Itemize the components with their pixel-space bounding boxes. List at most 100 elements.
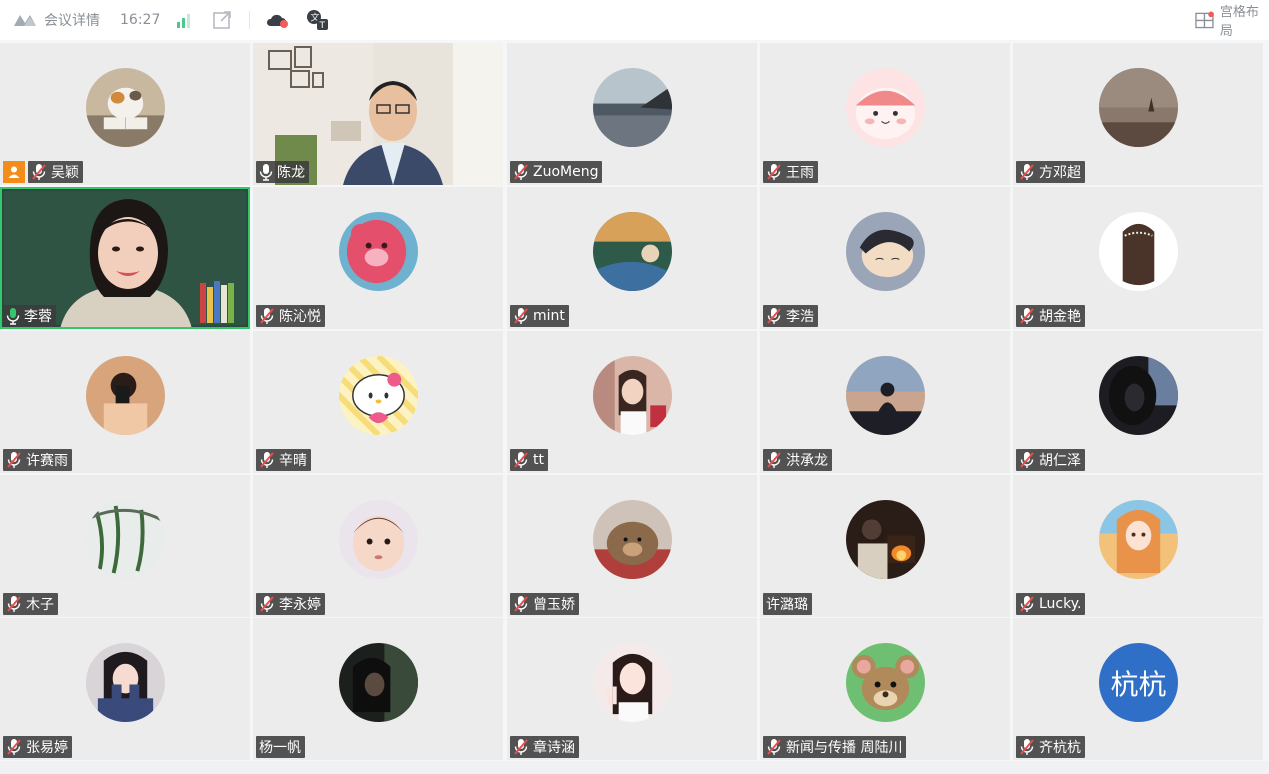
participant-name-label: 齐杭杭 <box>1016 736 1085 758</box>
participant-name: 王雨 <box>786 165 814 181</box>
participant-name-label: 吴颖 <box>28 161 83 183</box>
participant-name-label: Lucky. <box>1016 593 1086 615</box>
participant-name-label: 许赛雨 <box>3 449 72 471</box>
layout-button[interactable]: 宫格布局 <box>1195 0 1269 40</box>
bottom-strip <box>0 761 1269 774</box>
avatar <box>339 212 418 291</box>
translate-icon[interactable]: 文 T <box>306 0 330 40</box>
participant-tile[interactable]: 李蓉 <box>0 187 250 329</box>
mic-muted-icon <box>259 595 275 613</box>
participant-tile[interactable]: 许赛雨 <box>0 331 250 473</box>
participant-tile[interactable]: 胡仁泽 <box>1013 331 1263 473</box>
participant-name-label: 陈龙 <box>256 161 309 183</box>
participant-name-label: 木子 <box>3 593 58 615</box>
avatar: 杭杭 <box>1099 643 1178 722</box>
avatar <box>1099 356 1178 435</box>
mic-muted-icon <box>1019 307 1035 325</box>
participant-name: 胡金艳 <box>1039 309 1081 325</box>
participant-tile[interactable]: 陈龙 <box>253 43 503 185</box>
participant-tile[interactable]: 章诗涵 <box>507 618 757 760</box>
mic-muted-icon <box>1019 738 1035 756</box>
participant-tile[interactable]: 吴颖 <box>0 43 250 185</box>
participant-name: 胡仁泽 <box>1039 453 1081 469</box>
participant-tile[interactable]: 新闻与传播 周陆川 <box>760 618 1010 760</box>
participant-name-label: 胡金艳 <box>1016 305 1085 327</box>
participant-tile[interactable]: 李永婷 <box>253 475 503 617</box>
grid-layout-icon <box>1195 11 1214 29</box>
avatar <box>86 356 165 435</box>
mic-active-icon <box>6 307 20 325</box>
participant-name-label: ZuoMeng <box>510 161 603 183</box>
avatar <box>593 356 672 435</box>
participant-tile[interactable]: 杨一帆 <box>253 618 503 760</box>
avatar <box>846 212 925 291</box>
avatar <box>1099 212 1178 291</box>
participant-name: 李浩 <box>786 309 814 325</box>
mic-muted-icon <box>513 595 529 613</box>
participant-name-label: 陈沁悦 <box>256 305 325 327</box>
participant-name: 李蓉 <box>24 309 52 325</box>
participant-tile[interactable]: Lucky. <box>1013 475 1263 617</box>
participant-tile[interactable]: 辛晴 <box>253 331 503 473</box>
participant-name: 许潞璐 <box>766 597 808 613</box>
participant-name: mint <box>533 308 565 324</box>
participant-tile[interactable]: 陈沁悦 <box>253 187 503 329</box>
participant-name-label: 章诗涵 <box>510 736 579 758</box>
mic-muted-icon <box>513 738 529 756</box>
participant-tile[interactable]: 王雨 <box>760 43 1010 185</box>
participant-name-label: 张易婷 <box>3 736 72 758</box>
divider <box>249 11 250 29</box>
participant-name: 章诗涵 <box>533 740 575 756</box>
svg-text:T: T <box>319 21 326 31</box>
participant-tile[interactable]: 杭杭齐杭杭 <box>1013 618 1263 760</box>
avatar <box>593 500 672 579</box>
mic-muted-icon <box>6 738 22 756</box>
participant-name: 张易婷 <box>26 740 68 756</box>
participant-name-label: 洪承龙 <box>763 449 832 471</box>
participant-name: 吴颖 <box>51 165 79 181</box>
participant-tile[interactable]: 李浩 <box>760 187 1010 329</box>
participant-grid: 吴颖 陈龙 ZuoMeng 王雨 方邓超李蓉 陈沁悦 mint 李浩 胡金艳许赛雨 辛晴 tt 洪承龙… <box>0 43 1266 761</box>
signal-icon[interactable] <box>176 0 192 40</box>
participant-tile[interactable]: 曾玉娇 <box>507 475 757 617</box>
mic-muted-icon <box>766 738 782 756</box>
mic-muted-icon <box>31 163 47 181</box>
avatar <box>846 643 925 722</box>
participant-tile[interactable]: tt <box>507 331 757 473</box>
participant-name: 杨一帆 <box>259 740 301 756</box>
participant-tile[interactable]: mint <box>507 187 757 329</box>
avatar <box>593 212 672 291</box>
avatar <box>1099 68 1178 147</box>
participant-tile[interactable]: 胡金艳 <box>1013 187 1263 329</box>
participant-name: 陈龙 <box>277 165 305 181</box>
avatar <box>86 643 165 722</box>
mic-icon <box>259 163 273 181</box>
participant-tile[interactable]: 方邓超 <box>1013 43 1263 185</box>
participant-name-label: 李浩 <box>763 305 818 327</box>
participant-tile[interactable]: 木子 <box>0 475 250 617</box>
mic-muted-icon <box>766 307 782 325</box>
mic-muted-icon <box>259 307 275 325</box>
popout-icon[interactable] <box>212 0 232 40</box>
host-badge-icon <box>3 161 25 183</box>
participant-name: 李永婷 <box>279 597 321 613</box>
avatar-text: 杭杭 <box>1110 667 1167 701</box>
mic-muted-icon <box>1019 595 1035 613</box>
avatar <box>339 500 418 579</box>
participant-tile[interactable]: 洪承龙 <box>760 331 1010 473</box>
participant-tile[interactable]: 许潞璐 <box>760 475 1010 617</box>
participant-name: 辛晴 <box>279 453 307 469</box>
participant-name: 许赛雨 <box>26 453 68 469</box>
top-bar: 会议详情 16:27 文 T 宫格布局 <box>0 0 1269 40</box>
participant-tile[interactable]: ZuoMeng <box>507 43 757 185</box>
mic-muted-icon <box>513 451 529 469</box>
cloud-record-icon[interactable] <box>265 0 289 40</box>
participant-name: 新闻与传播 周陆川 <box>786 740 903 756</box>
meeting-details-button[interactable]: 会议详情 <box>14 0 100 40</box>
participant-name-label: 曾玉娇 <box>510 593 579 615</box>
participant-tile[interactable]: 张易婷 <box>0 618 250 760</box>
participant-name: 曾玉娇 <box>533 597 575 613</box>
avatar <box>846 68 925 147</box>
participant-name-label: 李永婷 <box>256 593 325 615</box>
participant-name: tt <box>533 452 544 468</box>
